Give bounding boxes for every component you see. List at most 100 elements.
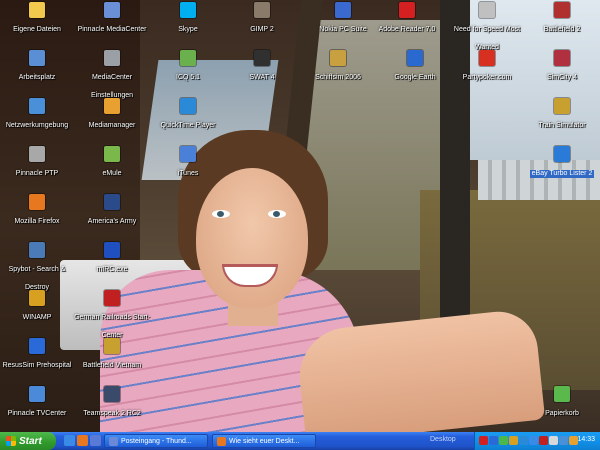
desktop-icon-pinnacle-ptp[interactable]: Pinnacle PTP [0, 146, 77, 180]
desktop-icon-train-simulator[interactable]: Train Simulator [522, 98, 600, 132]
desktop-icon-label: SimCity 4 [547, 74, 577, 81]
tray-icon[interactable] [509, 436, 518, 445]
wallpaper-person-face [196, 168, 308, 308]
task-label: Wie sieht euer Deskt... [229, 437, 300, 445]
tray-icon[interactable] [559, 436, 568, 445]
desktop-icon-schiffsim-2006[interactable]: Schiffsim 2006 [298, 50, 378, 84]
desktop-icon-label: Train Simulator [538, 122, 586, 129]
desktop-icon-label: America's Army [87, 218, 137, 225]
desktop-icon-label: WINAMP [22, 314, 52, 321]
desktop-icon-label: ResusSim Prehospital [2, 362, 72, 369]
desktop-icon-partypoker-com[interactable]: Partypoker.com [447, 50, 527, 84]
app-icon [479, 50, 495, 66]
app-icon [399, 2, 415, 18]
desktop-icon-swat-4[interactable]: SWAT 4 [222, 50, 302, 84]
app-icon [29, 146, 45, 162]
desktop-icon-label: Papierkorb [545, 410, 579, 417]
app-icon [407, 50, 423, 66]
tray-icon[interactable] [539, 436, 548, 445]
desktop-icon-label: Schiffsim 2006 [315, 74, 361, 81]
desktop-icon-skype[interactable]: Skype [148, 2, 228, 36]
desktop-icon-google-earth[interactable]: Google Earth [375, 50, 455, 84]
desktop-icon-label: GIMP 2 [250, 26, 274, 33]
desktop-icon-mirc-exe[interactable]: mIRC.exe [72, 242, 152, 276]
desktop-icon-label: iTunes [177, 170, 199, 177]
desktop-icon-label: Pinnacle MediaCenter [77, 26, 147, 33]
desktop-icon-gimp-2[interactable]: GIMP 2 [222, 2, 302, 36]
desktop-icon-resussim-prehospital[interactable]: ResusSim Prehospital [0, 338, 77, 372]
desktop-icon-label: Eigene Dateien [13, 26, 61, 33]
desktop-icon-label: Battlefield 2 [543, 26, 581, 33]
desktop-icon-teamspeak-2-rc2[interactable]: Teamspeak 2 RC2 [72, 386, 152, 420]
ie-icon[interactable] [64, 435, 75, 446]
thunderbird-icon[interactable] [90, 435, 101, 446]
app-icon [29, 386, 45, 402]
app-icon [104, 2, 120, 18]
tray-icon[interactable] [549, 436, 558, 445]
firefox-icon[interactable] [77, 435, 88, 446]
app-icon [479, 2, 495, 18]
desktop-icon-need-for-speed-most-wanted[interactable]: Need for Speed Most Wanted [447, 2, 527, 54]
clock[interactable]: 14:33 [577, 436, 595, 443]
desktop-icon-itunes[interactable]: iTunes [148, 146, 228, 180]
desktop-icon-mozilla-firefox[interactable]: Mozilla Firefox [0, 194, 77, 228]
desktop-icon-winamp[interactable]: WINAMP [0, 290, 77, 324]
desktop-icon-arbeitsplatz[interactable]: Arbeitsplatz [0, 50, 77, 84]
task-label: Posteingang - Thund... [121, 437, 192, 445]
desktop-icon-spybot-search-destroy[interactable]: Spybot - Search & Destroy [0, 242, 77, 294]
desktop-icon-simcity-4[interactable]: SimCity 4 [522, 50, 600, 84]
desktop-icon-ebay-turbo-lister-2[interactable]: eBay Turbo Lister 2 [522, 146, 600, 180]
desktop-icon-label: ICQ 5.1 [175, 74, 201, 81]
task-app-icon [109, 436, 118, 446]
desktop-icon-pinnacle-tvcenter[interactable]: Pinnacle TVCenter [0, 386, 77, 420]
app-icon [29, 2, 45, 18]
desktop-icon-adobe-reader-7-0[interactable]: Adobe Reader 7.0 [367, 2, 447, 36]
app-icon [104, 242, 120, 258]
taskbar-button[interactable]: Posteingang - Thund... [104, 434, 208, 448]
app-icon [554, 2, 570, 18]
desktop-icon-emule[interactable]: eMule [72, 146, 152, 180]
tray-icon[interactable] [519, 436, 528, 445]
desktop-icon-icq-5-1[interactable]: ICQ 5.1 [148, 50, 228, 84]
tray-icon[interactable] [499, 436, 508, 445]
desktop-icon-papierkorb[interactable]: Papierkorb [522, 386, 600, 420]
app-icon [29, 338, 45, 354]
desktop-icon-america-s-army[interactable]: America's Army [72, 194, 152, 228]
start-button[interactable]: Start [0, 432, 56, 450]
desktop-icon-label: Mediamanager [88, 122, 136, 129]
desktop-icon-label: Google Earth [394, 74, 436, 81]
desktop-icon-label: Pinnacle TVCenter [7, 410, 67, 417]
desktop-icon-mediamanager[interactable]: Mediamanager [72, 98, 152, 132]
wallpaper-person-eye [268, 210, 286, 218]
desktop-icon-label: Partypoker.com [462, 74, 512, 81]
tray-icon[interactable] [479, 436, 488, 445]
desktop-icon-pinnacle-mediacenter[interactable]: Pinnacle MediaCenter [72, 2, 152, 36]
app-icon [104, 146, 120, 162]
desktop-icon-german-railroads-start-center[interactable]: German Railroads Start-Center [72, 290, 152, 342]
app-icon [104, 194, 120, 210]
app-icon [554, 386, 570, 402]
desktop-icon-mediacenter-einstellungen[interactable]: MediaCenter Einstellungen [72, 50, 152, 102]
desktop-icon-battlefield-2[interactable]: Battlefield 2 [522, 2, 600, 36]
tray-icon[interactable] [529, 436, 538, 445]
windows-logo-icon [6, 436, 16, 446]
desktop-icon-label: SWAT 4 [249, 74, 275, 81]
desktop-icon-eigene-dateien[interactable]: Eigene Dateien [0, 2, 77, 36]
app-icon [254, 2, 270, 18]
app-icon [330, 50, 346, 66]
desktop-icon-quicktime-player[interactable]: QuickTime Player [148, 98, 228, 132]
app-icon [104, 50, 120, 66]
desktop-icon-netzwerkumgebung[interactable]: Netzwerkumgebung [0, 98, 77, 132]
desktop-icon-label: Mozilla Firefox [14, 218, 60, 225]
start-label: Start [19, 435, 42, 447]
app-icon [29, 50, 45, 66]
desktop-icon-label: Pinnacle PTP [15, 170, 59, 177]
desktop-icon-label: German Railroads Start-Center [74, 314, 150, 339]
desktop-icon-label: Arbeitsplatz [18, 74, 56, 81]
desktop-icon-battlefield-vietnam[interactable]: Battlefield Vietnam [72, 338, 152, 372]
tray-icon[interactable] [489, 436, 498, 445]
app-icon [554, 98, 570, 114]
app-icon [554, 50, 570, 66]
task-app-icon [217, 436, 226, 446]
taskbar-button[interactable]: Wie sieht euer Deskt... [212, 434, 316, 448]
